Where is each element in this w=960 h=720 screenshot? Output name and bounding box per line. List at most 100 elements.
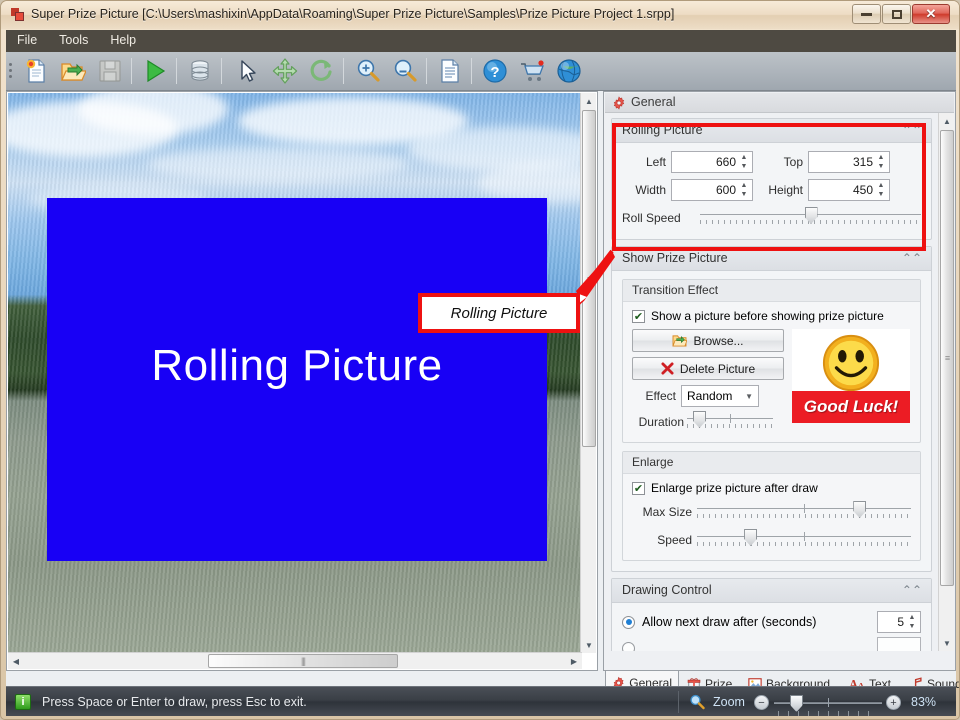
canvas-scroll-left-button[interactable]: ◀ — [8, 653, 24, 669]
canvas-vertical-scroll-thumb[interactable]: ≡ — [582, 110, 596, 447]
properties-scroll-down-button[interactable]: ▼ — [939, 635, 955, 651]
zoom-slider-thumb[interactable] — [790, 695, 803, 712]
group-show-prize-picture: Show Prize Picture ⌃⌃ Transition Effect … — [611, 246, 932, 572]
save-button[interactable] — [94, 55, 126, 87]
info-icon: i — [15, 694, 31, 710]
delete-picture-button[interactable]: Delete Picture — [632, 357, 784, 380]
checkbox-show-picture[interactable]: ✔ — [632, 309, 645, 323]
report-button[interactable] — [434, 55, 466, 87]
properties-panel: General Rolling Picture ⌃⌃ Left 660 ▲ ▼ … — [603, 91, 956, 671]
spinner-height-down[interactable]: ▼ — [874, 190, 888, 199]
spinner-seconds-down[interactable]: ▼ — [905, 622, 919, 631]
zoom-in-button[interactable] — [352, 55, 384, 87]
run-button[interactable] — [139, 55, 171, 87]
spinner-top-down[interactable]: ▼ — [874, 162, 888, 171]
menu-item-help[interactable]: Help — [99, 30, 147, 51]
zoom-slider[interactable] — [774, 695, 882, 716]
field-top[interactable]: ▲ ▼ — [808, 151, 890, 173]
field-allow-next-draw-seconds[interactable]: ▲ ▼ — [877, 611, 921, 633]
minimize-button[interactable] — [852, 4, 881, 24]
run-icon — [147, 59, 166, 83]
label-speed: Speed — [657, 533, 692, 547]
close-icon: ✕ — [925, 6, 937, 21]
design-canvas[interactable]: Rolling Picture — [8, 93, 582, 653]
spinner-left-down[interactable]: ▼ — [737, 162, 751, 171]
radio-allow-next-draw[interactable] — [622, 615, 635, 629]
slider-roll-speed[interactable] — [700, 207, 921, 229]
spinner-seconds[interactable]: ▲ ▼ — [905, 613, 919, 631]
spinner-top[interactable]: ▲ ▼ — [874, 153, 888, 171]
canvas-scroll-down-button[interactable]: ▼ — [581, 637, 597, 653]
field-second-option[interactable] — [877, 637, 921, 651]
buy-cart-icon — [521, 60, 544, 81]
input-second-option[interactable] — [878, 638, 920, 651]
new-project-button[interactable] — [20, 55, 52, 87]
chevron-up-icon-rolling-picture[interactable]: ⌃⌃ — [902, 123, 922, 137]
slider-speed-ticks — [697, 542, 911, 548]
close-button[interactable]: ✕ — [912, 4, 950, 24]
zoom-slider-midmark — [828, 698, 829, 707]
properties-scroll-up-button[interactable]: ▲ — [939, 113, 955, 129]
spinner-top-up[interactable]: ▲ — [874, 153, 888, 162]
spinner-seconds-up[interactable]: ▲ — [905, 613, 919, 622]
maximize-button[interactable] — [882, 4, 911, 24]
delete-picture-button-label: Delete Picture — [679, 361, 756, 376]
buy-button[interactable] — [516, 55, 548, 87]
effect-dropdown[interactable]: Random ▼ — [681, 385, 759, 407]
group-rolling-picture-title: Rolling Picture — [622, 123, 703, 137]
rolling-picture-rect[interactable]: Rolling Picture — [47, 198, 547, 561]
field-left[interactable]: ▲ ▼ — [671, 151, 753, 173]
slider-duration[interactable] — [687, 411, 773, 433]
spinner-height-up[interactable]: ▲ — [874, 181, 888, 190]
label-top: Top — [783, 155, 803, 169]
spinner-width-up[interactable]: ▲ — [737, 181, 751, 190]
zoom-out-stepper[interactable]: − — [754, 695, 769, 710]
canvas-vertical-scrollbar[interactable]: ▲ ≡ ▼ — [580, 93, 596, 653]
chevron-up-icon-show-prize-picture[interactable]: ⌃⌃ — [902, 251, 922, 265]
website-button[interactable] — [553, 55, 585, 87]
spinner-width-down[interactable]: ▼ — [737, 190, 751, 199]
menu-bar: File Tools Help — [6, 30, 956, 52]
open-project-button[interactable] — [57, 55, 89, 87]
checkbox-enlarge[interactable]: ✔ — [632, 481, 645, 495]
chevron-down-icon-effect[interactable]: ▼ — [745, 392, 753, 401]
canvas-scroll-right-button[interactable]: ▶ — [566, 653, 582, 669]
spinner-height[interactable]: ▲ ▼ — [874, 181, 888, 199]
menu-item-file[interactable]: File — [6, 30, 48, 51]
slider-speed[interactable] — [697, 529, 911, 551]
svg-text:?: ? — [490, 64, 499, 81]
chevron-up-icon-drawing-control[interactable]: ⌃⌃ — [902, 583, 922, 597]
radio-second-option[interactable] — [622, 641, 635, 651]
label-max-size: Max Size — [642, 505, 692, 519]
rotate-tool-button[interactable] — [306, 55, 338, 87]
transition-picture-preview[interactable]: Good Luck! — [792, 329, 910, 423]
zoom-in-stepper[interactable]: + — [886, 695, 901, 710]
select-tool-button[interactable] — [232, 55, 264, 87]
label-enlarge: Enlarge prize picture after draw — [651, 481, 818, 495]
field-width[interactable]: ▲ ▼ — [671, 179, 753, 201]
browse-button[interactable]: Browse... — [632, 329, 784, 352]
database-icon — [191, 60, 209, 81]
zoom-out-button[interactable] — [389, 55, 421, 87]
canvas-scroll-up-button[interactable]: ▲ — [581, 93, 597, 109]
status-bar: i Press Space or Enter to draw, press Es… — [6, 686, 956, 716]
row-allow-next-draw: Allow next draw after (seconds) ▲ ▼ — [622, 611, 921, 633]
label-effect: Effect — [645, 389, 676, 403]
maximize-icon — [883, 5, 910, 23]
properties-vertical-scrollbar[interactable]: ▲ ≡ ▼ — [938, 113, 954, 651]
slider-max-size[interactable] — [697, 501, 911, 523]
properties-vertical-scroll-thumb[interactable]: ≡ — [940, 130, 954, 586]
menu-item-tools[interactable]: Tools — [48, 30, 99, 51]
move-tool-button[interactable] — [269, 55, 301, 87]
database-button[interactable] — [184, 55, 216, 87]
spinner-left-up[interactable]: ▲ — [737, 153, 751, 162]
canvas-horizontal-scroll-thumb[interactable]: ||| — [208, 654, 398, 668]
spinner-width[interactable]: ▲ ▼ — [737, 181, 751, 199]
spinner-left[interactable]: ▲ ▼ — [737, 153, 751, 171]
group-drawing-control-header: Drawing Control ⌃⌃ — [612, 579, 931, 603]
field-height[interactable]: ▲ ▼ — [808, 179, 890, 201]
toolbar-grip[interactable] — [9, 60, 14, 84]
group-drawing-control-title: Drawing Control — [622, 583, 712, 597]
canvas-horizontal-scrollbar[interactable]: ◀ ||| ▶ — [8, 652, 582, 669]
help-button[interactable]: ? — [479, 55, 511, 87]
